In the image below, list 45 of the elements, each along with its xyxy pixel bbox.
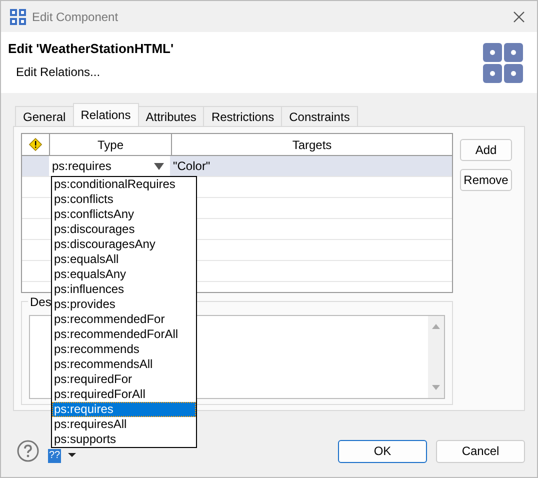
dropdown-option[interactable]: ps:discouragesAny (52, 237, 196, 252)
dropdown-option[interactable]: ps:discourages (52, 222, 196, 237)
type-combo[interactable]: ps:requires (49, 156, 170, 176)
group-label: Des (28, 295, 54, 309)
dropdown-option[interactable]: ps:recommendsAll (52, 357, 196, 372)
warning-icon (29, 138, 42, 151)
dropdown-option[interactable]: ps:requiredForAll (52, 387, 196, 402)
dropdown-option[interactable]: ps:supports (52, 432, 196, 447)
side-button[interactable]: Add (460, 139, 512, 161)
dialog-button[interactable]: OK (338, 440, 427, 462)
dropdown-option[interactable]: ps:recommendedForAll (52, 327, 196, 342)
table-row[interactable]: ps:requires "Color" (22, 156, 452, 177)
window-title: Edit Component (32, 10, 118, 24)
table-cell-text: "Color" (172, 159, 212, 173)
help-icon[interactable] (17, 440, 39, 462)
dropdown-option[interactable]: ps:recommends (52, 342, 196, 357)
component-icon (483, 42, 523, 82)
app-icon (10, 8, 26, 24)
side-button[interactable]: Remove (460, 169, 512, 191)
scroll-up-icon[interactable] (432, 324, 440, 329)
scrollbar[interactable] (428, 316, 444, 398)
language-badge[interactable]: ?? (48, 449, 62, 463)
tab[interactable]: Constraints (281, 106, 358, 126)
dialog-heading: Edit 'WeatherStationHTML' (8, 40, 174, 56)
dialog-button[interactable]: Cancel (436, 440, 525, 462)
dropdown-option[interactable]: ps:requires (52, 402, 196, 417)
dropdown-option[interactable]: ps:influences (52, 282, 196, 297)
dropdown-option[interactable]: ps:recommendedFor (52, 312, 196, 327)
tab[interactable]: Relations (72, 103, 139, 126)
dropdown-option[interactable]: ps:conflictsAny (52, 207, 196, 222)
caret-icon[interactable] (68, 453, 76, 457)
column-header[interactable]: Type (50, 134, 172, 155)
column-header[interactable]: Targets (172, 134, 452, 155)
close-icon[interactable] (513, 10, 525, 22)
scroll-down-icon[interactable] (432, 385, 440, 390)
tab[interactable]: General (15, 106, 74, 126)
dropdown-option[interactable]: ps:equalsAny (52, 267, 196, 282)
dropdown-option[interactable]: ps:conditionalRequires (52, 177, 196, 192)
dropdown-arrow-icon (154, 162, 164, 170)
dropdown-option[interactable]: ps:requiresAll (52, 417, 196, 432)
dropdown-option[interactable]: ps:requiredFor (52, 372, 196, 387)
dropdown-option[interactable]: ps:provides (52, 297, 196, 312)
dropdown-option[interactable]: ps:conflicts (52, 192, 196, 207)
dropdown-option[interactable]: ps:equalsAll (52, 252, 196, 267)
dialog-subtitle: Edit Relations... (16, 64, 102, 78)
